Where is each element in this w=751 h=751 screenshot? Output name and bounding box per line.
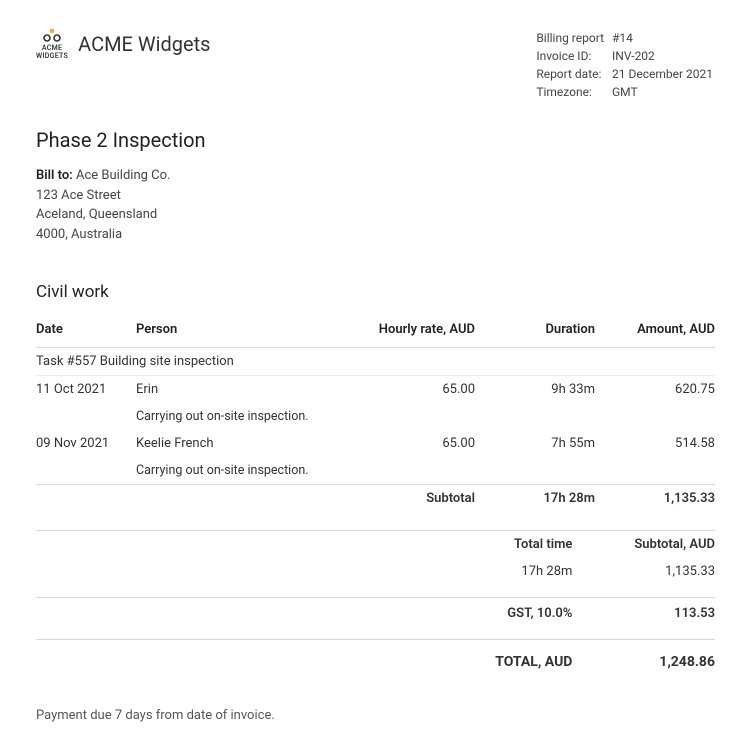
- timezone-label: Timezone:: [536, 84, 610, 100]
- subtotal-label: Subtotal: [345, 485, 475, 513]
- table-row-desc: Carrying out on-site inspection.: [36, 403, 715, 430]
- invoice-id-label: Invoice ID:: [536, 48, 610, 64]
- logo-text-1: ACME: [42, 44, 62, 52]
- col-date: Date: [36, 314, 136, 348]
- entry-desc: Carrying out on-site inspection.: [136, 457, 715, 485]
- entry-date: 11 Oct 2021: [36, 376, 136, 404]
- subtotal-amount: 1,135.33: [595, 485, 715, 513]
- footer-note: Payment due 7 days from date of invoice.: [36, 708, 715, 723]
- invoice-id-value: INV-202: [612, 48, 713, 64]
- logo-text-2: WIDGETS: [36, 52, 68, 60]
- table-row-desc: Carrying out on-site inspection.: [36, 457, 715, 485]
- table-row: 09 Nov 2021 Keelie French 65.00 7h 55m 5…: [36, 430, 715, 457]
- bill-to-name: Ace Building Co.: [76, 168, 171, 183]
- bill-to-label: Bill to:: [36, 168, 73, 183]
- entry-amount: 620.75: [595, 376, 715, 404]
- header: ACME WIDGETS ACME Widgets Billing report…: [36, 28, 715, 102]
- line-items-table: Date Person Hourly rate, AUD Duration Am…: [36, 314, 715, 512]
- logo: ACME WIDGETS: [36, 28, 68, 60]
- report-date-label: Report date:: [536, 66, 610, 82]
- report-date-value: 21 December 2021: [612, 66, 713, 82]
- entry-person: Keelie French: [136, 430, 345, 457]
- entry-amount: 514.58: [595, 430, 715, 457]
- subtotal-duration: 17h 28m: [475, 485, 595, 513]
- col-duration: Duration: [475, 314, 595, 348]
- col-person: Person: [136, 314, 345, 348]
- col-amount: Amount, AUD: [595, 314, 715, 348]
- entry-duration: 9h 33m: [475, 376, 595, 404]
- bill-to-block: Bill to: Ace Building Co. 123 Ace Street…: [36, 166, 715, 244]
- table-row: 11 Oct 2021 Erin 65.00 9h 33m 620.75: [36, 376, 715, 404]
- gst-label: GST, 10.0%: [430, 598, 573, 640]
- company-name: ACME Widgets: [78, 32, 210, 56]
- total-value: 1,248.86: [572, 640, 715, 685]
- subtotal-aud-value: 1,135.33: [572, 558, 715, 598]
- billing-report-label: Billing report: [536, 30, 610, 46]
- entry-duration: 7h 55m: [475, 430, 595, 457]
- acme-logo-icon: [41, 28, 63, 42]
- total-time-value: 17h 28m: [430, 558, 573, 598]
- totals-block: Total time Subtotal, AUD 17h 28m 1,135.3…: [36, 530, 715, 684]
- brand-block: ACME WIDGETS ACME Widgets: [36, 28, 210, 60]
- total-time-label: Total time: [430, 531, 573, 559]
- entry-desc: Carrying out on-site inspection.: [136, 403, 715, 430]
- billing-report-value: #14: [612, 30, 713, 46]
- task-title: Task #557 Building site inspection: [36, 348, 715, 376]
- section-title: Civil work: [36, 282, 715, 302]
- subtotal-row: Subtotal 17h 28m 1,135.33: [36, 485, 715, 513]
- entry-date: 09 Nov 2021: [36, 430, 136, 457]
- entry-person: Erin: [136, 376, 345, 404]
- entry-rate: 65.00: [345, 376, 475, 404]
- project-title: Phase 2 Inspection: [36, 128, 715, 152]
- total-label: TOTAL, AUD: [430, 640, 573, 685]
- bill-to-postal: 4000, Australia: [36, 225, 715, 245]
- timezone-value: GMT: [612, 84, 713, 100]
- subtotal-aud-label: Subtotal, AUD: [572, 531, 715, 559]
- bill-to-city: Aceland, Queensland: [36, 205, 715, 225]
- task-row: Task #557 Building site inspection: [36, 348, 715, 376]
- col-rate: Hourly rate, AUD: [345, 314, 475, 348]
- gst-value: 113.53: [572, 598, 715, 640]
- report-meta: Billing report #14 Invoice ID: INV-202 R…: [534, 28, 715, 102]
- entry-rate: 65.00: [345, 430, 475, 457]
- bill-to-street: 123 Ace Street: [36, 186, 715, 206]
